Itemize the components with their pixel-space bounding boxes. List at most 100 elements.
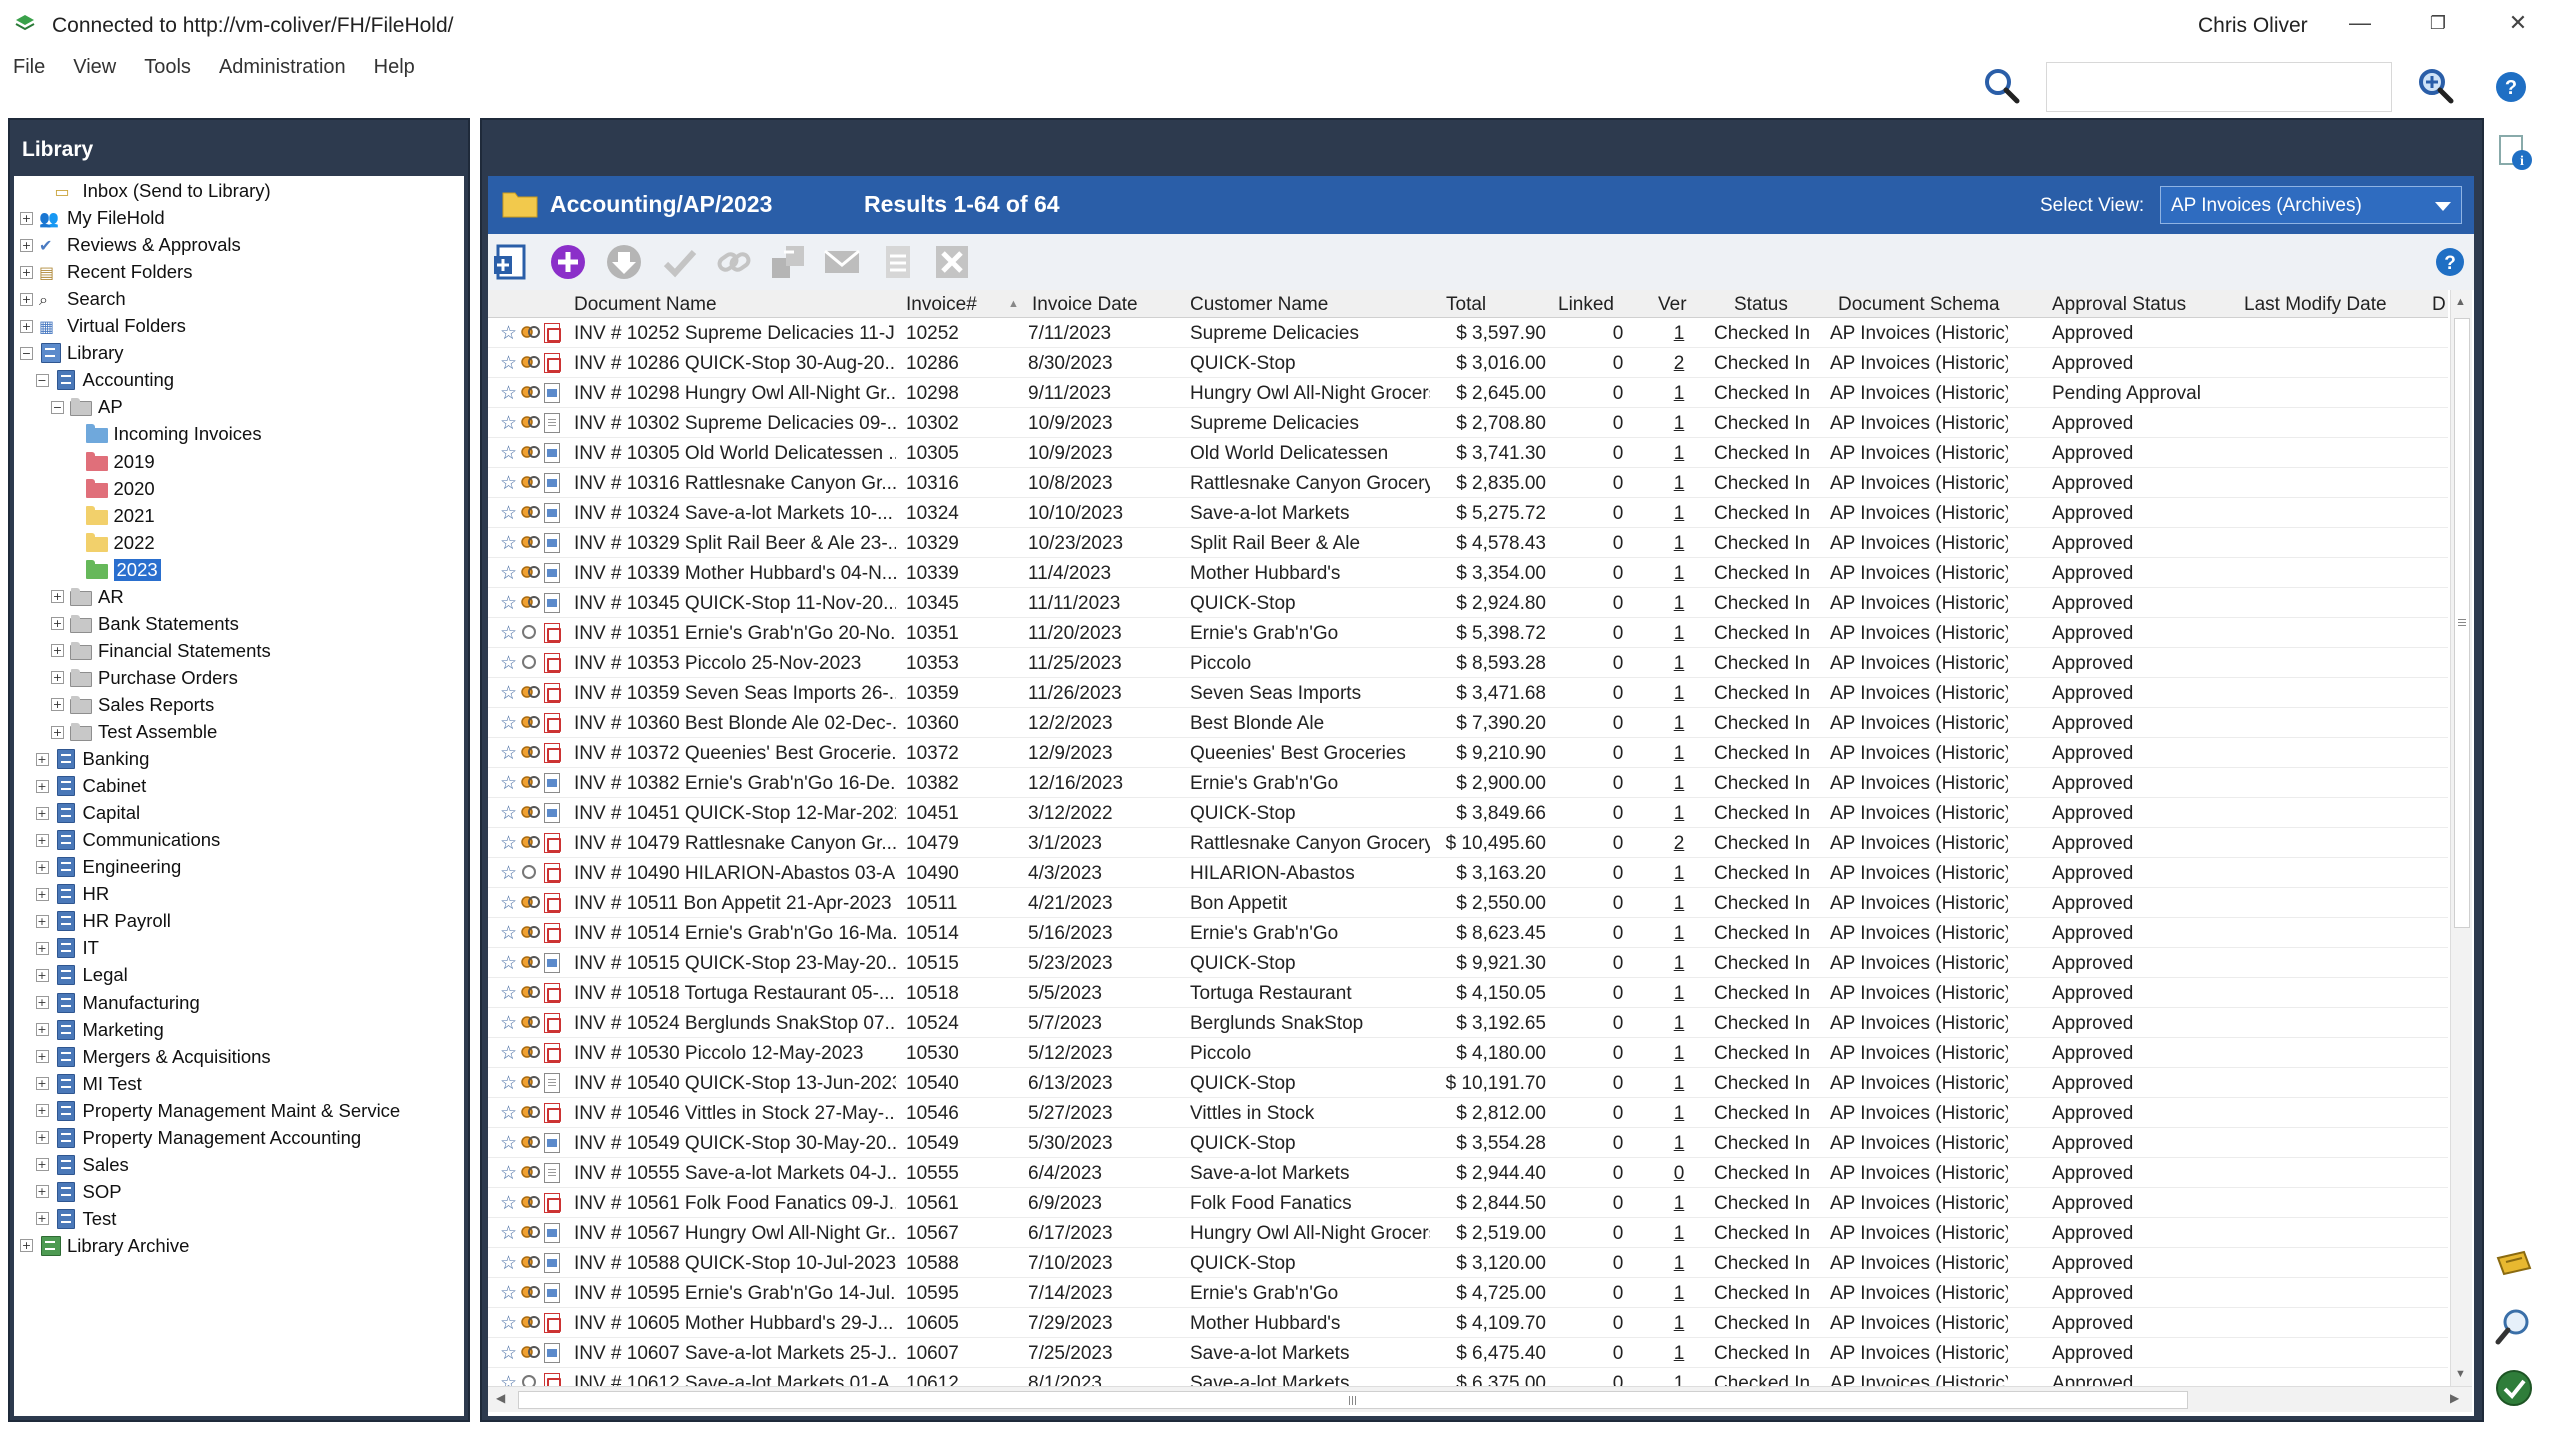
table-row[interactable]: ☆ INV # 10515 QUICK-Stop 23-May-20... 1051…: [488, 949, 2448, 979]
cell-version[interactable]: 1: [1664, 773, 1694, 795]
minimize-button[interactable]: —: [2340, 6, 2380, 40]
cell-version[interactable]: 1: [1664, 473, 1694, 495]
cell-version[interactable]: 1: [1664, 383, 1694, 405]
expand-icon[interactable]: +: [51, 590, 64, 604]
cell-version[interactable]: 1: [1664, 983, 1694, 1005]
expand-icon[interactable]: +: [35, 833, 49, 847]
download-icon[interactable]: [604, 242, 644, 282]
favorite-star-icon[interactable]: ☆: [500, 622, 520, 644]
table-row[interactable]: ☆ INV # 10382 Ernie's Grab'n'Go 16-De... 1…: [488, 769, 2448, 799]
cell-version[interactable]: 2: [1664, 833, 1694, 855]
col-d[interactable]: D: [2432, 294, 2446, 316]
table-row[interactable]: ☆ INV # 10286 QUICK-Stop 30-Aug-20... 1028…: [488, 349, 2448, 379]
favorite-star-icon[interactable]: ☆: [500, 1372, 520, 1386]
expand-icon[interactable]: +: [20, 211, 33, 225]
favorite-star-icon[interactable]: ☆: [500, 1192, 520, 1214]
table-row[interactable]: ☆ INV # 10305 Old World Delicatessen ... 1…: [488, 439, 2448, 469]
cell-version[interactable]: 1: [1664, 563, 1694, 585]
search-input[interactable]: [2046, 62, 2392, 112]
table-row[interactable]: ☆ INV # 10479 Rattlesnake Canyon Gr... 104…: [488, 829, 2448, 859]
menu-help[interactable]: Help: [374, 56, 415, 86]
cell-version[interactable]: 1: [1664, 1313, 1694, 1335]
document-icon[interactable]: [878, 242, 918, 282]
favorite-star-icon[interactable]: ☆: [500, 1222, 520, 1244]
cell-version[interactable]: 1: [1664, 503, 1694, 525]
table-row[interactable]: ☆ INV # 10524 Berglunds SnakStop 07... 105…: [488, 1009, 2448, 1039]
menu-administration[interactable]: Administration: [219, 56, 346, 86]
table-row[interactable]: ☆ INV # 10252 Supreme Delicacies 11-J... 1…: [488, 319, 2448, 349]
add-icon[interactable]: [548, 242, 588, 282]
expand-icon[interactable]: +: [20, 292, 33, 306]
cell-version[interactable]: 1: [1664, 323, 1694, 345]
col-status[interactable]: Status: [1734, 294, 1788, 316]
checked-badge-icon[interactable]: [2494, 1368, 2534, 1408]
scroll-right-icon[interactable]: ▶: [2450, 1391, 2459, 1405]
expand-icon[interactable]: +: [51, 725, 64, 739]
tree-node[interactable]: 2021: [67, 503, 155, 529]
tree-node[interactable]: + Bank Statements: [51, 611, 239, 637]
table-row[interactable]: ☆ INV # 10546 Vittles in Stock 27-May-...…: [488, 1099, 2448, 1129]
email-icon[interactable]: [822, 242, 862, 282]
expand-icon[interactable]: +: [51, 644, 64, 658]
col-invoice-number[interactable]: Invoice#: [906, 294, 977, 316]
favorite-star-icon[interactable]: ☆: [500, 562, 520, 584]
library-tree[interactable]: ▭ Inbox (Send to Library) + 👥 My FileHold + ✔ R…: [14, 176, 464, 1416]
vertical-scrollbar[interactable]: ▲ ▼: [2450, 290, 2472, 1386]
expand-icon[interactable]: +: [35, 1212, 49, 1226]
table-row[interactable]: ☆ INV # 10351 Ernie's Grab'n'Go 20-No... 1…: [488, 619, 2448, 649]
favorite-star-icon[interactable]: ☆: [500, 922, 520, 944]
table-row[interactable]: ☆ INV # 10514 Ernie's Grab'n'Go 16-Ma... 1…: [488, 919, 2448, 949]
tree-node[interactable]: 2022: [67, 530, 155, 556]
table-row[interactable]: ☆ INV # 10359 Seven Seas Imports 26-... 10…: [488, 679, 2448, 709]
expand-icon[interactable]: +: [20, 265, 33, 279]
cell-version[interactable]: 1: [1664, 593, 1694, 615]
table-row[interactable]: ☆ INV # 10549 QUICK-Stop 30-May-20... 1054…: [488, 1129, 2448, 1159]
cell-version[interactable]: 1: [1664, 1133, 1694, 1155]
cell-version[interactable]: 1: [1664, 1223, 1694, 1245]
cell-version[interactable]: 0: [1664, 1163, 1694, 1185]
tree-node[interactable]: + MI Test: [35, 1071, 142, 1097]
favorite-star-icon[interactable]: ☆: [500, 1102, 520, 1124]
expand-icon[interactable]: +: [35, 860, 49, 874]
table-row[interactable]: ☆ INV # 10316 Rattlesnake Canyon Gr... 103…: [488, 469, 2448, 499]
cell-version[interactable]: 2: [1664, 353, 1694, 375]
table-row[interactable]: ☆ INV # 10595 Ernie's Grab'n'Go 14-Jul...…: [488, 1279, 2448, 1309]
expand-icon[interactable]: +: [35, 914, 49, 928]
table-row[interactable]: ☆ INV # 10612 Save-a-lot Markets 01-A... 1…: [488, 1369, 2448, 1386]
search-icon[interactable]: [1982, 66, 2022, 106]
cell-version[interactable]: 1: [1664, 743, 1694, 765]
scroll-up-icon[interactable]: ▲: [2455, 296, 2466, 308]
table-row[interactable]: ☆ INV # 10561 Folk Food Fanatics 09-J... 1…: [488, 1189, 2448, 1219]
favorite-star-icon[interactable]: ☆: [500, 1342, 520, 1364]
favorite-star-icon[interactable]: ☆: [500, 532, 520, 554]
expand-icon[interactable]: +: [35, 968, 49, 982]
table-row[interactable]: ☆ INV # 10451 QUICK-Stop 12-Mar-2022 10451…: [488, 799, 2448, 829]
ticket-icon[interactable]: [2494, 1244, 2534, 1284]
expand-icon[interactable]: +: [35, 1158, 49, 1172]
favorite-star-icon[interactable]: ☆: [500, 832, 520, 854]
favorite-star-icon[interactable]: ☆: [500, 802, 520, 824]
table-row[interactable]: ☆ INV # 10302 Supreme Delicacies 09-... 10…: [488, 409, 2448, 439]
tree-node[interactable]: + Test Assemble: [51, 719, 217, 745]
cell-version[interactable]: 1: [1664, 623, 1694, 645]
tree-node[interactable]: + Test: [35, 1206, 116, 1232]
tree-node[interactable]: + Legal: [35, 962, 128, 988]
expand-icon[interactable]: +: [20, 319, 33, 333]
expand-icon[interactable]: +: [35, 1050, 49, 1064]
cell-version[interactable]: 1: [1664, 1283, 1694, 1305]
expand-icon[interactable]: +: [35, 752, 49, 766]
expand-icon[interactable]: +: [35, 1104, 49, 1118]
tree-node[interactable]: + SOP: [35, 1179, 122, 1205]
col-document-name[interactable]: Document Name: [574, 294, 717, 316]
tree-node[interactable]: + HR Payroll: [35, 908, 171, 934]
table-row[interactable]: ☆ INV # 10588 QUICK-Stop 10-Jul-2023 10588…: [488, 1249, 2448, 1279]
favorite-star-icon[interactable]: ☆: [500, 1312, 520, 1334]
collapse-icon[interactable]: −: [35, 373, 49, 387]
favorite-star-icon[interactable]: ☆: [500, 652, 520, 674]
table-row[interactable]: ☆ INV # 10490 HILARION-Abastos 03-A... 104…: [488, 859, 2448, 889]
tree-node[interactable]: ▭ Inbox (Send to Library): [36, 178, 271, 204]
favorite-star-icon[interactable]: ☆: [500, 382, 520, 404]
cell-version[interactable]: 1: [1664, 1043, 1694, 1065]
table-row[interactable]: ☆ INV # 10555 Save-a-lot Markets 04-J... 1…: [488, 1159, 2448, 1189]
col-document-schema[interactable]: Document Schema: [1838, 294, 2000, 316]
